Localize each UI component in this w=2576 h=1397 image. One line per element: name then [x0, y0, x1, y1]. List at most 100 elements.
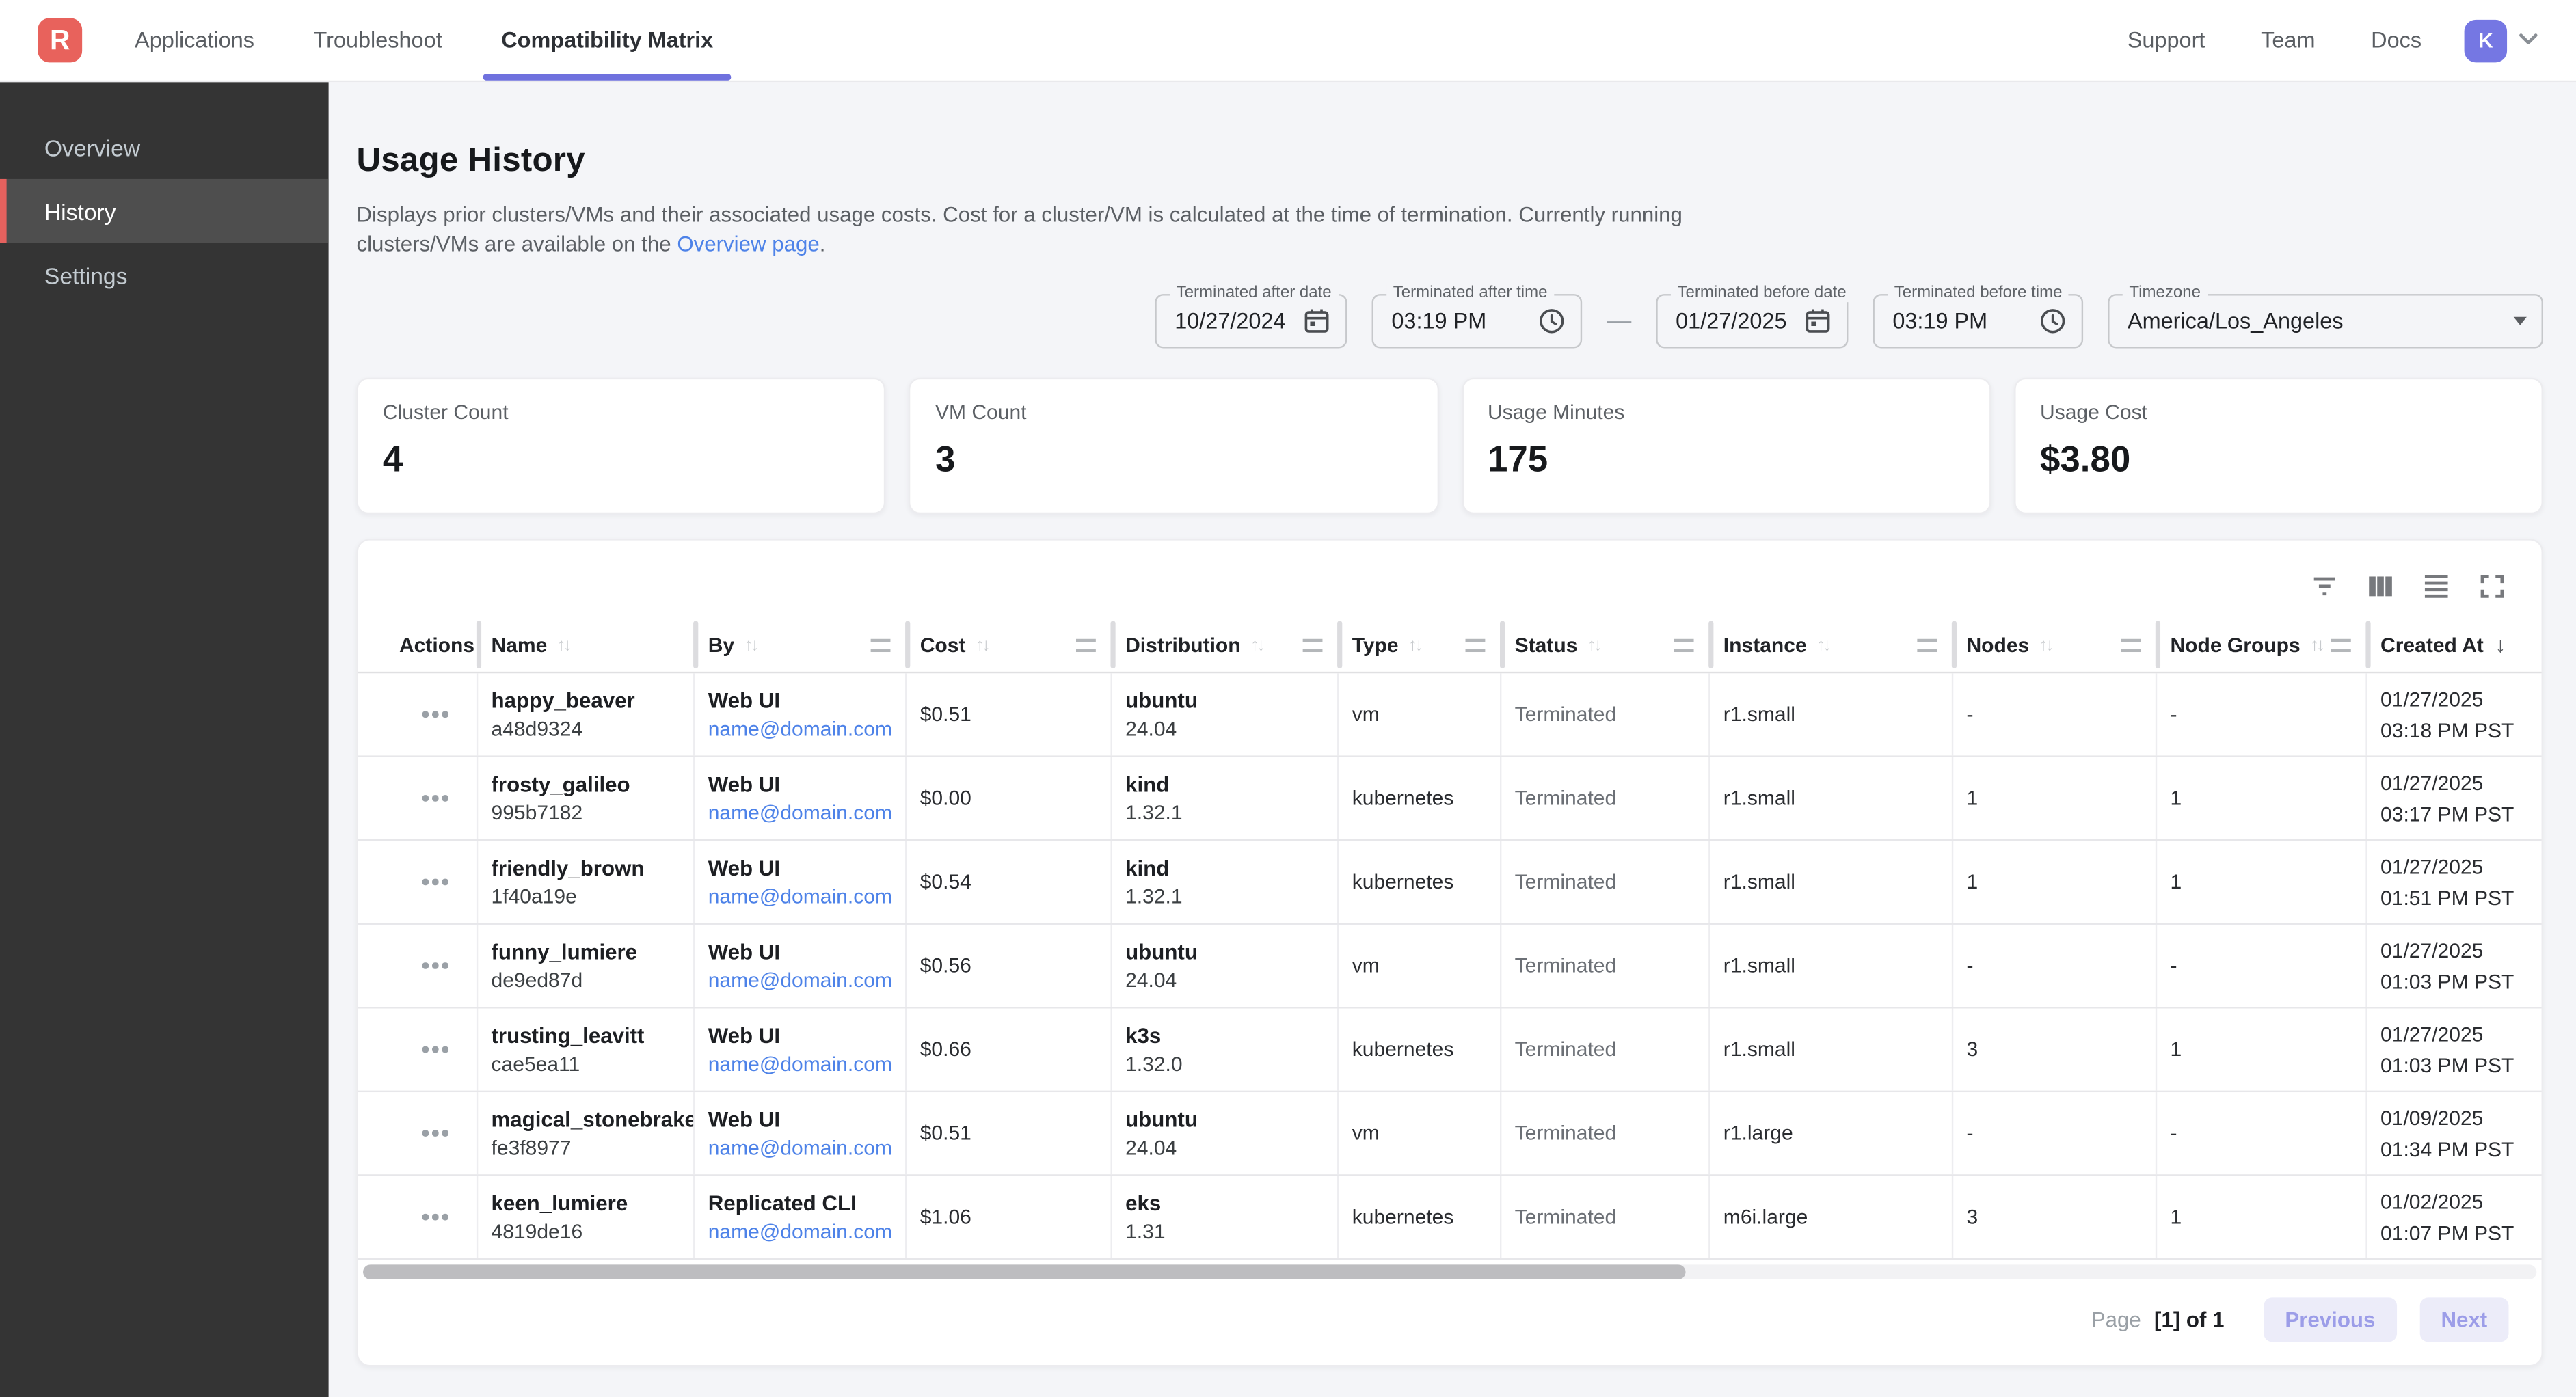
filter-icon[interactable] — [2310, 571, 2339, 601]
cell-cost: $1.06 — [907, 1176, 1112, 1258]
cell-name: happy_beavera48d9324 — [478, 673, 695, 755]
stat-value: 175 — [1488, 439, 1964, 481]
column-label: Created At — [2380, 633, 2484, 656]
created-by-email-link[interactable]: name@domain.com — [708, 885, 905, 908]
cell-created-at: 01/09/202501:34 PM PST — [2367, 1092, 2543, 1174]
ellipsis-icon — [422, 963, 448, 968]
nav-link-docs[interactable]: Docs — [2371, 28, 2421, 53]
cluster-id: a48d9324 — [492, 718, 694, 741]
row-actions-button[interactable] — [358, 1092, 478, 1174]
cluster-name: frosty_galileo — [492, 772, 694, 796]
timezone-select[interactable]: Timezone America/Los_Angeles — [2108, 294, 2543, 348]
created-by-source: Web UI — [708, 1107, 905, 1132]
row-actions-button[interactable] — [358, 1176, 478, 1258]
distribution-name: k3s — [1125, 1023, 1337, 1048]
terminated-before-time-input[interactable]: Terminated before time 03:19 PM — [1873, 294, 2083, 348]
created-by-email-link[interactable]: name@domain.com — [708, 802, 905, 825]
created-by-source: Web UI — [708, 940, 905, 964]
row-actions-button[interactable] — [358, 1008, 478, 1090]
column-header-created-at[interactable]: Created At↓ — [2367, 616, 2543, 673]
scrollbar-thumb[interactable] — [363, 1264, 1685, 1279]
created-time: 01:03 PM PST — [2380, 1052, 2543, 1078]
nav-link-support[interactable]: Support — [2128, 28, 2205, 53]
column-resize-handle[interactable] — [1917, 638, 1937, 651]
description-line1: Displays prior clusters/VMs and their as… — [356, 202, 1682, 227]
terminated-after-date-input[interactable]: Terminated after date 10/27/2024 — [1155, 294, 1347, 348]
column-header-distribution[interactable]: Distribution↑↓ — [1112, 616, 1339, 673]
clock-icon[interactable] — [1538, 307, 1566, 335]
cell-cost: $0.51 — [907, 1092, 1112, 1174]
overview-page-link[interactable]: Overview page — [677, 231, 819, 256]
previous-page-button[interactable]: Previous — [2264, 1297, 2396, 1342]
sidebar-item-overview[interactable]: Overview — [0, 115, 329, 179]
cell-nodes: 1 — [1953, 757, 2157, 839]
created-by-email-link[interactable]: name@domain.com — [708, 1137, 905, 1160]
created-by-email-link[interactable]: name@domain.com — [708, 969, 905, 992]
terminated-after-time-input[interactable]: Terminated after time 03:19 PM — [1372, 294, 1583, 348]
nav-link-team[interactable]: Team — [2261, 28, 2315, 53]
user-avatar[interactable]: K — [2465, 19, 2507, 62]
page-description: Displays prior clusters/VMs and their as… — [356, 200, 2543, 258]
created-date: 01/09/2025 — [2380, 1104, 2543, 1130]
column-header-instance[interactable]: Instance↑↓ — [1710, 616, 1954, 673]
columns-icon[interactable] — [2365, 571, 2395, 601]
column-label: By — [708, 633, 734, 656]
column-resize-handle[interactable] — [1674, 638, 1694, 651]
cell-by: Web UIname@domain.com — [695, 673, 907, 755]
chevron-down-icon[interactable] — [2519, 33, 2538, 48]
calendar-icon[interactable] — [1303, 307, 1331, 335]
column-header-status[interactable]: Status↑↓ — [1501, 616, 1710, 673]
row-actions-button[interactable] — [358, 673, 478, 755]
created-by-email-link[interactable]: name@domain.com — [708, 1220, 905, 1243]
horizontal-scrollbar[interactable] — [363, 1264, 2536, 1279]
created-by-email-link[interactable]: name@domain.com — [708, 1053, 905, 1076]
terminated-after-date-value: 10/27/2024 — [1175, 309, 1285, 334]
clock-icon[interactable] — [2039, 307, 2067, 335]
column-header-by[interactable]: By↑↓ — [695, 616, 907, 673]
sidebar-item-settings[interactable]: Settings — [0, 243, 329, 308]
created-date: 01/27/2025 — [2380, 1021, 2543, 1047]
cell-nodes: 3 — [1953, 1008, 2157, 1090]
row-actions-button[interactable] — [358, 757, 478, 839]
filters-bar: Terminated after date 10/27/2024 Termina… — [356, 294, 2543, 348]
column-resize-handle[interactable] — [2121, 638, 2141, 651]
tab-compatibility-matrix[interactable]: Compatibility Matrix — [472, 0, 743, 81]
calendar-icon[interactable] — [1804, 307, 1832, 335]
tab-applications[interactable]: Applications — [105, 0, 284, 81]
sidebar: OverviewHistorySettings — [0, 82, 329, 1397]
fullscreen-icon[interactable] — [2478, 571, 2507, 601]
created-by-email-link[interactable]: name@domain.com — [708, 718, 905, 741]
column-resize-handle[interactable] — [1076, 638, 1096, 651]
column-resize-handle[interactable] — [871, 638, 891, 651]
density-icon[interactable] — [2421, 571, 2451, 601]
ellipsis-icon — [422, 796, 448, 801]
terminated-before-date-input[interactable]: Terminated before date 01/27/2025 — [1656, 294, 1848, 348]
row-actions-button[interactable] — [358, 841, 478, 923]
sidebar-item-history[interactable]: History — [0, 179, 329, 243]
column-resize-handle[interactable] — [2331, 638, 2351, 651]
column-resize-handle[interactable] — [1303, 638, 1323, 651]
table-row: happy_beavera48d9324Web UIname@domain.co… — [358, 673, 2542, 757]
column-header-type[interactable]: Type↑↓ — [1339, 616, 1501, 673]
next-page-button[interactable]: Next — [2419, 1297, 2508, 1342]
tab-troubleshoot[interactable]: Troubleshoot — [284, 0, 472, 81]
created-time: 01:51 PM PST — [2380, 884, 2543, 910]
sort-updown-icon: ↑↓ — [1587, 635, 1600, 655]
cluster-name: funny_lumiere — [492, 940, 694, 964]
cell-node-groups: - — [2157, 925, 2367, 1007]
cell-created-at: 01/27/2025 01:03 PM PST — [2367, 1008, 2543, 1090]
terminated-after-time-label: Terminated after time — [1386, 284, 1554, 302]
cell-created-at: 01/27/202503:18 PM PST — [2367, 673, 2543, 755]
sort-updown-icon: ↑↓ — [557, 635, 569, 655]
column-header-cost[interactable]: Cost↑↓ — [907, 616, 1112, 673]
column-header-nodes[interactable]: Nodes↑↓ — [1953, 616, 2157, 673]
row-actions-button[interactable] — [358, 925, 478, 1007]
distribution-name: ubuntu — [1125, 688, 1337, 713]
table-row: trusting_leavittcae5ea11Web UIname@domai… — [358, 1008, 2542, 1092]
page-indicator-value: [1] of 1 — [2154, 1307, 2224, 1332]
app-logo[interactable]: R — [38, 18, 82, 62]
column-header-actions[interactable]: Actions — [358, 616, 478, 673]
column-header-name[interactable]: Name↑↓ — [478, 616, 695, 673]
column-header-node-groups[interactable]: Node Groups↑↓ — [2157, 616, 2367, 673]
column-resize-handle[interactable] — [1466, 638, 1486, 651]
